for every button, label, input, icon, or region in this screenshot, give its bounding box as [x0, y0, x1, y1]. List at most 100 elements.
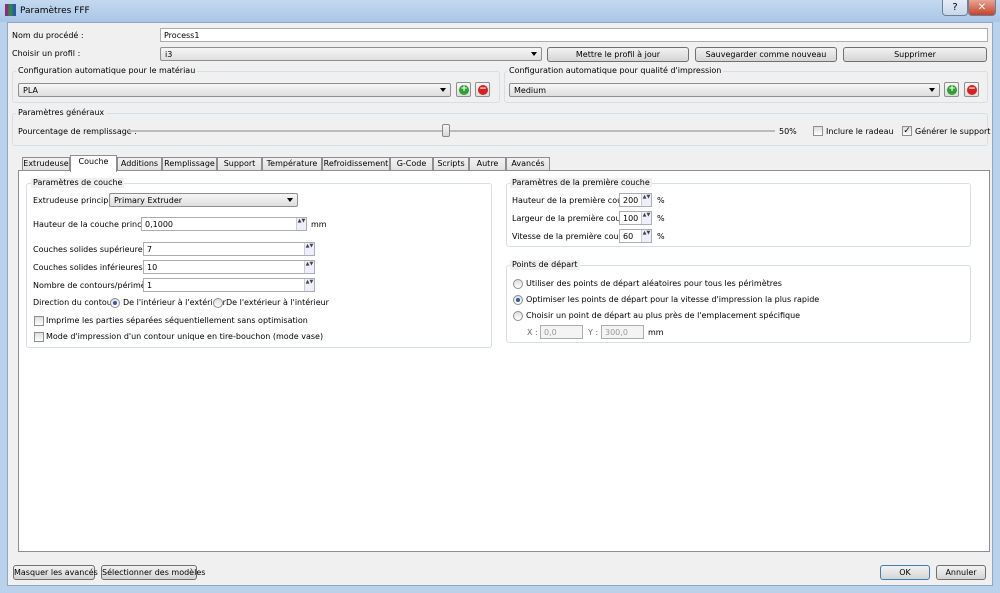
- quality-combo[interactable]: Medium: [509, 83, 940, 97]
- first-width-unit: %: [657, 214, 665, 223]
- profile-combo[interactable]: i3: [160, 47, 542, 61]
- random-start-radio[interactable]: [513, 279, 523, 289]
- chevron-down-icon: [440, 88, 446, 92]
- y-input[interactable]: 300,0: [601, 325, 644, 339]
- x-input[interactable]: 0,0: [540, 325, 583, 339]
- vase-checkbox[interactable]: [34, 332, 44, 342]
- y-label: Y :: [588, 328, 599, 337]
- layer-group-title: Paramètres de couche: [31, 178, 125, 188]
- tab-0[interactable]: Extrudeuse: [22, 157, 70, 171]
- checkmark-icon: ✓: [903, 126, 911, 136]
- tab-3[interactable]: Remplissage: [162, 157, 217, 171]
- optimize-start-label: Optimiser les points de départ pour la v…: [526, 295, 820, 304]
- tab-1[interactable]: Couche: [70, 155, 117, 172]
- top-layers-input[interactable]: 7: [143, 242, 315, 256]
- ok-button[interactable]: OK: [880, 565, 930, 580]
- profile-label: Choisir un profil :: [12, 49, 81, 58]
- process-name-input[interactable]: Process1: [160, 28, 988, 42]
- first-layer-title: Paramètres de la première couche: [510, 178, 652, 188]
- spin-arrows-icon[interactable]: ▲▼: [641, 212, 651, 224]
- spin-arrows-icon[interactable]: ▲▼: [641, 230, 651, 242]
- minus-icon: −: [478, 84, 488, 95]
- first-speed-unit: %: [657, 232, 665, 241]
- tab-9[interactable]: Autre: [469, 157, 506, 171]
- direction-label: Direction du contour :: [33, 298, 121, 307]
- specific-start-radio[interactable]: [513, 311, 523, 321]
- help-button[interactable]: ?: [942, 0, 968, 16]
- start-points-title: Points de départ: [510, 260, 580, 270]
- specific-start-label: Choisir un point de départ au plus près …: [526, 311, 801, 320]
- save-new-profile-button[interactable]: Sauvegarder comme nouveau: [695, 47, 837, 62]
- general-group-title: Paramètres généraux: [16, 108, 107, 118]
- tab-4[interactable]: Support: [217, 157, 262, 171]
- tab-2[interactable]: Additions: [117, 157, 162, 171]
- support-checkbox[interactable]: ✓: [902, 126, 912, 136]
- first-height-label: Hauteur de la première couche: [512, 196, 637, 205]
- spin-arrows-icon[interactable]: ▲▼: [304, 243, 314, 255]
- tab-8[interactable]: Scripts: [433, 157, 469, 171]
- profile-value: i3: [165, 50, 173, 59]
- tab-6[interactable]: Refroidissement: [322, 157, 390, 171]
- infill-slider-handle[interactable]: [441, 124, 450, 137]
- extruder-label: Extrudeuse principale: [33, 196, 121, 205]
- dir-in-out-radio[interactable]: [110, 298, 120, 308]
- add-material-button[interactable]: +: [456, 82, 471, 97]
- material-combo[interactable]: PLA: [18, 83, 451, 97]
- spin-arrows-icon[interactable]: ▲▼: [304, 261, 314, 273]
- xy-unit: mm: [648, 328, 664, 337]
- chevron-down-icon: [929, 88, 935, 92]
- dir-in-out-label: De l'intérieur à l'extérieur: [123, 298, 226, 307]
- remove-material-button[interactable]: −: [475, 82, 490, 97]
- plus-icon: +: [947, 84, 957, 95]
- x-label: X :: [527, 328, 538, 337]
- extruder-combo[interactable]: Primary Extruder: [109, 193, 298, 207]
- add-quality-button[interactable]: +: [944, 82, 959, 97]
- spin-arrows-icon[interactable]: ▲▼: [641, 194, 651, 206]
- infill-slider[interactable]: [128, 130, 775, 132]
- tab-10[interactable]: Avancés: [506, 157, 550, 171]
- vase-label: Mode d'impression d'un contour unique en…: [46, 332, 324, 341]
- quality-value: Medium: [514, 86, 546, 95]
- dir-out-in-radio[interactable]: [213, 298, 223, 308]
- hide-advanced-button[interactable]: Masquer les avancés: [13, 565, 98, 580]
- spin-arrows-icon[interactable]: ▲▼: [296, 218, 306, 230]
- layer-height-unit: mm: [311, 220, 327, 229]
- raft-label: Inclure le radeau: [826, 127, 894, 136]
- window-title: Paramètres FFF: [20, 6, 90, 16]
- minus-icon: −: [967, 84, 977, 95]
- remove-quality-button[interactable]: −: [964, 82, 979, 97]
- process-name-label: Nom du procédé :: [12, 31, 84, 40]
- quality-group-title: Configuration automatique pour qualité d…: [507, 66, 724, 76]
- material-value: PLA: [23, 86, 38, 95]
- sequential-checkbox[interactable]: [34, 316, 44, 326]
- select-models-button[interactable]: Sélectionner des modèles: [101, 565, 205, 580]
- first-speed-label: Vitesse de la première couche: [512, 232, 633, 241]
- delete-profile-button[interactable]: Supprimer: [843, 47, 987, 62]
- update-profile-button[interactable]: Mettre le profil à jour: [547, 47, 689, 62]
- optimize-start-radio[interactable]: [513, 295, 523, 305]
- material-group-title: Configuration automatique pour le matéri…: [16, 66, 198, 76]
- spin-arrows-icon[interactable]: ▲▼: [304, 279, 314, 291]
- top-layers-label: Couches solides supérieures: [33, 245, 147, 254]
- chevron-down-icon: [287, 198, 293, 202]
- first-height-unit: %: [657, 196, 665, 205]
- layer-height-input[interactable]: 0,1000: [141, 217, 307, 231]
- tab-7[interactable]: G-Code: [390, 157, 433, 171]
- infill-value: 50%: [779, 127, 797, 136]
- extruder-value: Primary Extruder: [114, 196, 183, 205]
- title-bar: [0, 0, 1000, 22]
- plus-icon: +: [459, 84, 469, 95]
- perimeters-label: Nombre de contours/périmètres: [33, 281, 162, 290]
- raft-checkbox[interactable]: [813, 126, 823, 136]
- bottom-layers-input[interactable]: 10: [143, 260, 315, 274]
- infill-label: Pourcentage de remplissage :: [18, 127, 137, 136]
- sequential-label: Imprime les parties séparées séquentiell…: [46, 316, 308, 325]
- tab-5[interactable]: Température: [262, 157, 322, 171]
- bottom-layers-label: Couches solides inférieures: [33, 263, 143, 272]
- cancel-button[interactable]: Annuler: [936, 565, 986, 580]
- first-width-label: Largeur de la première couche: [512, 214, 636, 223]
- close-button[interactable]: ✕: [968, 0, 996, 16]
- dir-out-in-label: De l'extérieur à l'intérieur: [226, 298, 329, 307]
- random-start-label: Utiliser des points de départ aléatoires…: [526, 279, 782, 288]
- perimeters-input[interactable]: 1: [143, 278, 315, 292]
